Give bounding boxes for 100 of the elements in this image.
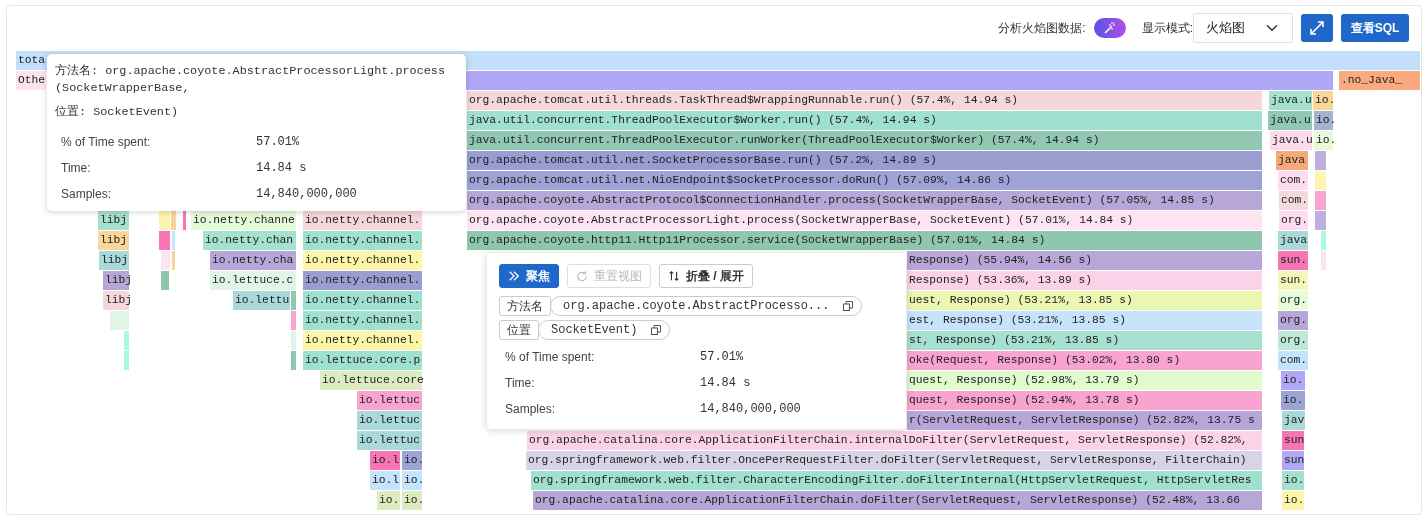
flame-frame[interactable]: io.lettuc [357, 431, 422, 450]
flame-frame[interactable]: com. [1279, 191, 1308, 210]
flame-frame[interactable]: io.netty.channel. [303, 211, 422, 230]
copy-icon[interactable] [843, 301, 854, 311]
flame-frame[interactable] [172, 251, 175, 270]
flame-frame[interactable]: libj [103, 271, 129, 290]
flame-frame[interactable]: io. [402, 491, 422, 510]
flame-frame[interactable]: st, Response) (53.21%, 13.85 s) [907, 331, 1262, 350]
flame-frame[interactable]: io.netty.channel. [303, 251, 422, 270]
flame-frame[interactable] [161, 251, 170, 270]
flame-frame[interactable]: java [1276, 151, 1308, 170]
flame-frame[interactable] [291, 331, 296, 350]
flame-frame[interactable]: java.util.concurrent.ThreadPoolExecutor$Worker.run() (57.4%, 14.94 s) [467, 111, 1262, 130]
magic-wand-button[interactable] [1093, 18, 1126, 38]
flame-frame[interactable] [1315, 211, 1326, 230]
flame-frame[interactable]: io.lettuc [357, 411, 422, 430]
flame-frame[interactable] [1315, 151, 1326, 170]
flame-frame[interactable]: quest, Response) (52.94%, 13.78 s) [907, 391, 1262, 410]
flame-frame[interactable]: jav [1282, 411, 1305, 430]
flame-frame[interactable]: io.netty.chan [203, 231, 296, 250]
flame-frame[interactable]: org.apache.coyote.AbstractProtocol$ConnectionHandler.process(SocketWrapperBase, SocketEvent) (57.05%, 14.85 s) [467, 191, 1262, 210]
focus-button[interactable]: 聚焦 [499, 264, 559, 288]
flame-frame[interactable] [291, 311, 296, 330]
flame-frame[interactable]: io.lettu [233, 291, 290, 310]
flame-frame[interactable]: org.apache.catalina.core.ApplicationFilterChain.doFilter(ServletRequest, ServletResponse) (52.48%, 13.66 [533, 491, 1262, 510]
flame-frame[interactable]: java [1278, 231, 1308, 250]
flame-frame[interactable]: org.apache.coyote.http11.Http11Processor.service(SocketWrapperBase) (57.01%, 14.84 s) [467, 231, 1262, 250]
flame-frame[interactable] [172, 231, 175, 250]
fold-expand-button[interactable]: 折叠 / 展开 [659, 264, 753, 288]
flame-frame[interactable]: org.apache.tomcat.util.net.SocketProcessorBase.run() (57.2%, 14.89 s) [467, 151, 1262, 170]
flame-frame[interactable]: io.netty.channe [191, 211, 296, 230]
flame-frame[interactable]: io.netty.channel. [303, 331, 422, 350]
flame-frame[interactable] [124, 331, 129, 350]
flame-frame[interactable]: libj [103, 291, 129, 310]
flame-frame[interactable]: libj [99, 251, 129, 270]
flame-frame[interactable]: java.u [1269, 91, 1312, 110]
flame-frame[interactable]: io.netty.cha [210, 251, 296, 270]
flame-frame[interactable]: io.lettuce.core.p [303, 351, 422, 370]
flame-frame[interactable]: org. [1278, 291, 1308, 310]
flame-frame[interactable]: io.lettuc [357, 391, 422, 410]
flame-frame[interactable] [1315, 191, 1326, 210]
flame-frame[interactable]: io.lettuce.core [320, 371, 422, 390]
flame-frame[interactable]: Response) (55.94%, 14.56 s) [907, 251, 1262, 270]
flame-frame[interactable]: sun. [1278, 271, 1308, 290]
flame-frame[interactable]: io.netty.channel. [303, 291, 422, 310]
flame-frame[interactable]: io. [1281, 371, 1305, 390]
flame-frame[interactable]: io. [377, 491, 400, 510]
flame-frame[interactable]: org.springframework.web.filter.OncePerRequestFilter.doFilter(ServletRequest, ServletResponse, FilterChain) [526, 451, 1262, 470]
flame-frame[interactable]: io.l [370, 451, 400, 470]
flame-frame[interactable] [159, 211, 170, 230]
flame-frame[interactable]: io. [402, 451, 422, 470]
flame-frame[interactable]: uest, Response) (53.21%, 13.85 s) [907, 291, 1262, 310]
flame-frame[interactable] [466, 71, 1333, 90]
flame-frame[interactable]: com. [1278, 171, 1308, 190]
flame-frame[interactable]: io.netty.channel. [303, 271, 422, 290]
flame-frame[interactable]: io. [402, 471, 422, 490]
flame-frame[interactable]: Response) (53.36%, 13.89 s) [907, 271, 1262, 290]
flame-frame[interactable]: r(ServletRequest, ServletResponse) (52.82%, 13.75 s [907, 411, 1262, 430]
expand-button[interactable] [1301, 14, 1333, 42]
flame-frame[interactable]: org. [1279, 211, 1308, 230]
flame-frame[interactable]: java.u [1268, 111, 1312, 130]
flame-frame[interactable]: sun [1282, 431, 1304, 450]
flame-frame[interactable] [110, 311, 129, 330]
flame-frame[interactable]: Othe [16, 71, 46, 90]
flame-frame[interactable]: org.springframework.web.filter.CharacterEncodingFilter.doFilterInternal(HttpServletRequest, HttpServletRes [531, 471, 1262, 490]
flame-frame[interactable]: io.netty.channel. [303, 231, 422, 250]
mode-select[interactable]: 火焰图 [1193, 13, 1293, 43]
flame-frame[interactable]: oke(Request, Response) (53.02%, 13.80 s) [907, 351, 1262, 370]
flame-frame[interactable]: sun [1282, 451, 1304, 470]
flame-frame[interactable]: io.lettuce.c [210, 271, 296, 290]
flame-frame[interactable]: sun. [1278, 251, 1308, 270]
flame-frame[interactable]: libj [98, 231, 129, 250]
flame-frame[interactable]: java.util.concurrent.ThreadPoolExecutor.runWorker(ThreadPoolExecutor$Worker) (57.4%, 14.94 s) [467, 131, 1262, 150]
flame-frame[interactable]: org. [1278, 331, 1308, 350]
flame-frame[interactable]: est, Response) (53.21%, 13.85 s) [907, 311, 1262, 330]
flame-frame[interactable]: libj [98, 211, 129, 230]
flame-frame[interactable]: com. [1278, 351, 1308, 370]
flame-frame[interactable]: io. [1314, 131, 1333, 150]
flame-frame[interactable] [1315, 171, 1326, 190]
flame-frame[interactable] [161, 271, 169, 290]
flame-frame[interactable] [171, 211, 176, 230]
flame-frame[interactable]: quest, Response) (52.98%, 13.79 s) [907, 371, 1262, 390]
flame-frame[interactable]: org.apache.tomcat.util.threads.TaskThread$WrappingRunnable.run() (57.4%, 14.94 s) [467, 91, 1262, 110]
flame-frame[interactable]: java.u [1270, 131, 1312, 150]
flame-frame[interactable]: io. [1314, 111, 1333, 130]
flame-frame[interactable] [1321, 231, 1326, 250]
flame-frame[interactable]: org.apache.catalina.core.ApplicationFilterChain.internalDoFilter(ServletRequest, ServletResponse) (52.82%, [527, 431, 1262, 450]
flame-frame[interactable]: io. [1282, 471, 1304, 490]
flame-frame[interactable]: org.apache.coyote.AbstractProcessorLight.process(SocketWrapperBase, SocketEvent) (57.01%, 14.84 s) [467, 211, 1262, 230]
flame-frame[interactable] [124, 351, 129, 370]
flame-frame[interactable] [183, 211, 186, 230]
flame-frame[interactable]: .no_Java_ [1339, 71, 1420, 90]
flame-frame[interactable] [291, 291, 296, 310]
flame-frame[interactable] [159, 231, 170, 250]
flame-frame[interactable] [1321, 251, 1326, 270]
flame-frame[interactable] [291, 351, 296, 370]
flame-frame[interactable]: io.l [370, 471, 400, 490]
flame-frame[interactable]: io. [1313, 91, 1333, 110]
flame-frame[interactable]: org.apache.tomcat.util.net.NioEndpoint$SocketProcessor.doRun() (57.09%, 14.86 s) [467, 171, 1262, 190]
flame-frame[interactable]: org. [1278, 311, 1308, 330]
